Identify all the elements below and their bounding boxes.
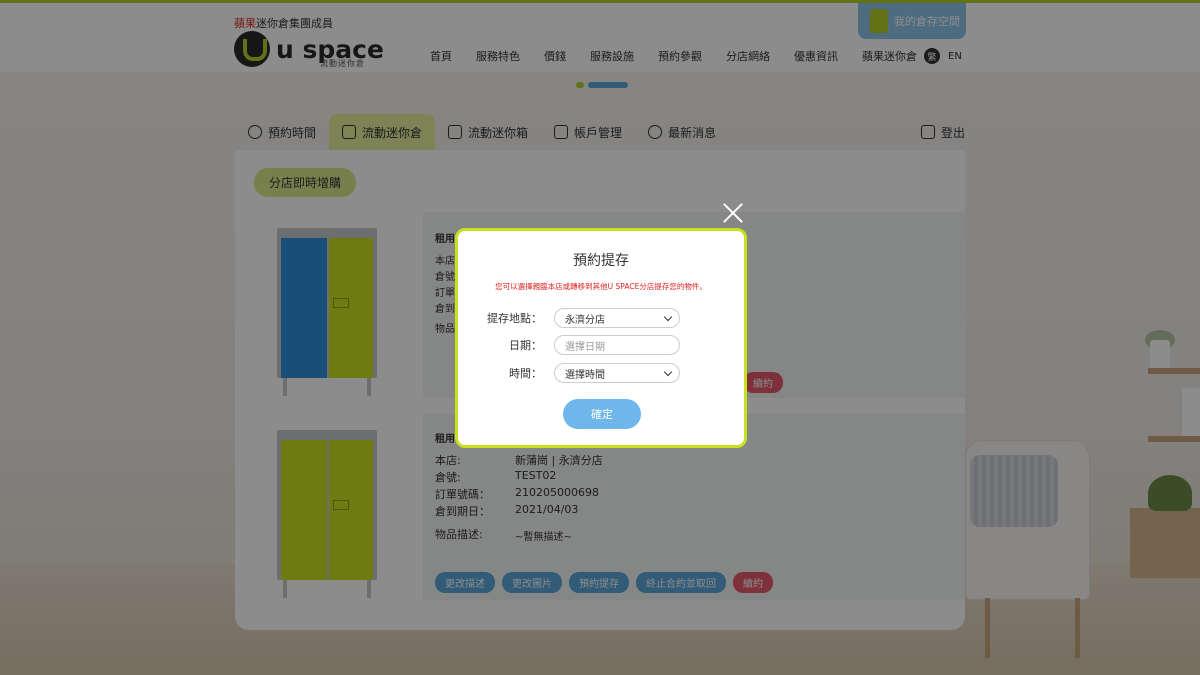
time-select[interactable]: 選擇時間 [554,363,680,383]
chevron-down-icon [663,312,673,322]
location-label: 提存地點： [487,312,542,325]
location-select[interactable]: 永濟分店 [554,308,680,328]
location-field: 提存地點： 永濟分店 [458,308,680,328]
time-label: 時間： [509,367,542,380]
date-field: 日期： 選擇日期 [458,335,680,355]
booking-access-modal: 預約提存 您可以選擇親臨本店或轉移到其他U SPACE分店提存您的物件。 提存地… [455,228,747,448]
confirm-button[interactable]: 確定 [563,399,641,429]
chevron-down-icon [663,367,673,377]
modal-note: 您可以選擇親臨本店或轉移到其他U SPACE分店提存您的物件。 [495,282,707,291]
time-field: 時間： 選擇時間 [458,363,680,383]
date-label: 日期： [509,339,542,352]
date-input[interactable]: 選擇日期 [554,335,680,355]
close-icon[interactable] [722,202,744,224]
date-placeholder: 選擇日期 [565,341,605,353]
location-value: 永濟分店 [565,314,605,326]
time-value: 選擇時間 [565,369,605,381]
modal-title: 預約提存 [573,253,629,269]
